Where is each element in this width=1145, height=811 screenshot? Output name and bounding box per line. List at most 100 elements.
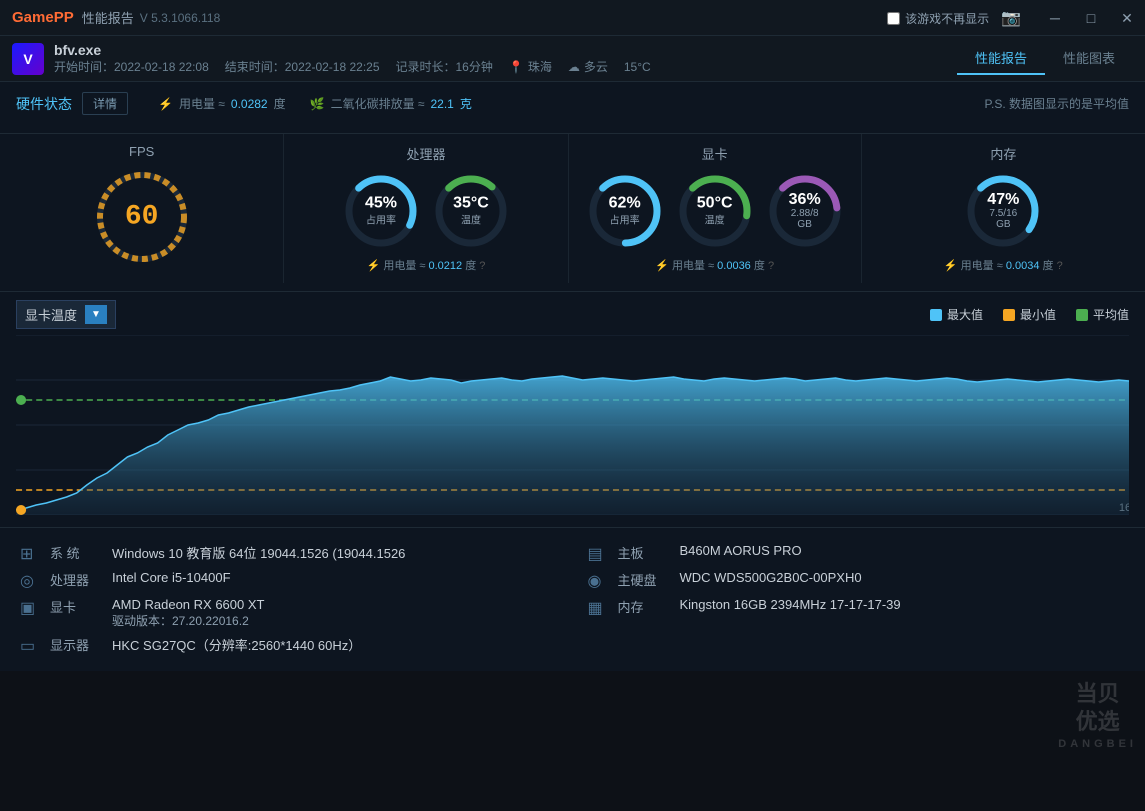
minimize-button[interactable]: ─ xyxy=(1037,0,1073,36)
no-show-label: 该游戏不再显示 xyxy=(905,10,989,27)
gpu-gauges-row: 62% 占用率 50°C 温度 xyxy=(585,171,845,251)
titlebar: GamePP 性能报告 V 5.3.1066.118 该游戏不再显示 📷 ─ □… xyxy=(0,0,1145,36)
min-dot xyxy=(16,505,26,515)
detail-button[interactable]: 详情 xyxy=(82,92,128,115)
legend-min-dot xyxy=(1003,309,1015,321)
legend-max-dot xyxy=(930,309,942,321)
end-time: 结束时间：2022-02-18 22:25 xyxy=(225,58,380,75)
no-show-checkbox[interactable] xyxy=(887,12,900,25)
mb-icon: ▤ xyxy=(588,544,608,564)
gauge-panels: FPS 60 处理器 45% 占用率 xyxy=(0,134,1145,292)
cpu-panel: 处理器 45% 占用率 35°C 温度 xyxy=(284,134,568,283)
display-value: HKC SG27QC（分辨率:2560*1440 60Hz） xyxy=(112,635,361,654)
carbon-label: 二氧化碳排放量 ≈ xyxy=(331,95,425,112)
hardware-status: 硬件状态 详情 ⚡ 用电量 ≈ 0.0282 度 🌿 二氧化碳排放量 ≈ 22.… xyxy=(0,82,1145,134)
sysinfo-row-cpu: ◎ 处理器 Intel Core i5-10400F xyxy=(20,567,558,594)
gpu-temp-label: 50°C 温度 xyxy=(697,196,733,227)
game-info-bar: V bfv.exe 开始时间：2022-02-18 22:08 结束时间：202… xyxy=(0,36,1145,82)
legend-avg-dot xyxy=(1076,309,1088,321)
weather: ☁ 多云 xyxy=(568,58,608,75)
cpu-sys-label: 处理器 xyxy=(50,570,102,589)
window-controls: 该游戏不再显示 📷 ─ □ ✕ xyxy=(887,0,1145,36)
dropdown-arrow-icon: ▼ xyxy=(85,305,107,324)
hw-header: 硬件状态 详情 ⚡ 用电量 ≈ 0.0282 度 🌿 二氧化碳排放量 ≈ 22.… xyxy=(16,92,1129,115)
report-title: 性能报告 xyxy=(82,8,134,27)
no-show-area[interactable]: 该游戏不再显示 xyxy=(887,10,989,27)
sysinfo-row-ram: ▦ 内存 Kingston 16GB 2394MHz 17-17-17-39 xyxy=(588,594,1126,621)
close-button[interactable]: ✕ xyxy=(1109,0,1145,36)
legend-max-label: 最大值 xyxy=(947,306,983,323)
power-metric: ⚡ 用电量 ≈ 0.0282 度 xyxy=(158,95,286,112)
legend-max: 最大值 xyxy=(930,306,983,323)
cpu-usage-gauge: 45% 占用率 xyxy=(341,171,421,251)
display-label: 显示器 xyxy=(50,635,102,654)
game-meta: 开始时间：2022-02-18 22:08 结束时间：2022-02-18 22… xyxy=(54,58,651,75)
os-label: 系 统 xyxy=(50,543,102,562)
legend-avg-label: 平均值 xyxy=(1093,306,1129,323)
os-value: Windows 10 教育版 64位 19044.1526 (19044.152… xyxy=(112,543,405,562)
gpu-vram-label: 36% 2.88/8 GB xyxy=(785,192,825,230)
memory-power-note: ⚡ 用电量 ≈ 0.0034 度 ? xyxy=(878,257,1129,273)
camera-icon[interactable]: 📷 xyxy=(1001,8,1021,28)
memory-usage-gauge: 47% 7.5/16 GB xyxy=(963,171,1043,251)
chart-legend: 最大值 最小值 平均值 xyxy=(930,306,1129,323)
carbon-metric: 🌿 二氧化碳排放量 ≈ 22.1 克 xyxy=(310,95,472,112)
ram-icon: ▦ xyxy=(588,598,608,618)
cpu-power-note: ⚡ 用电量 ≈ 0.0212 度 ? xyxy=(300,257,551,273)
start-time: 开始时间：2022-02-18 22:08 xyxy=(54,58,209,75)
hw-metrics: ⚡ 用电量 ≈ 0.0282 度 🌿 二氧化碳排放量 ≈ 22.1 克 xyxy=(158,95,472,112)
ps-note: P.S. 数据图显示的是平均值 xyxy=(985,95,1129,112)
sysinfo-left: ⊞ 系 统 Windows 10 教育版 64位 19044.1526 (190… xyxy=(20,540,558,659)
os-icon: ⊞ xyxy=(20,544,40,564)
legend-avg: 平均值 xyxy=(1076,306,1129,323)
time-label: 16分钟 xyxy=(1119,500,1129,514)
location: 📍 珠海 xyxy=(509,58,552,75)
game-name: bfv.exe xyxy=(54,42,651,58)
cpu-temp-label: 35°C 温度 xyxy=(453,196,489,227)
hdd-value: WDC WDS500G2B0C-00PXH0 xyxy=(680,570,862,585)
gpu-panel: 显卡 62% 占用率 50°C 温度 xyxy=(569,134,862,283)
mb-value: B460M AORUS PRO xyxy=(680,543,802,558)
gpu-title: 显卡 xyxy=(585,144,845,163)
tab-performance-chart[interactable]: 性能图表 xyxy=(1045,42,1133,75)
display-icon: ▭ xyxy=(20,636,40,656)
gpu-usage-gauge: 62% 占用率 xyxy=(585,171,665,251)
watermark: 当贝 优选 DANGBEI xyxy=(1058,680,1137,751)
fps-panel: FPS 60 xyxy=(0,134,284,283)
legend-min-label: 最小值 xyxy=(1020,306,1056,323)
chart-dropdown-label: 显卡温度 xyxy=(25,305,77,324)
cpu-usage-label: 45% 占用率 xyxy=(365,196,397,227)
power-label: 用电量 ≈ xyxy=(179,95,225,112)
ram-label: 内存 xyxy=(618,597,670,616)
memory-gauges-row: 47% 7.5/16 GB xyxy=(878,171,1129,251)
memory-usage-label: 47% 7.5/16 GB xyxy=(983,192,1023,230)
gpu-power-note: ⚡ 用电量 ≈ 0.0036 度 ? xyxy=(585,257,845,273)
carbon-icon: 🌿 xyxy=(310,97,325,111)
gpu-temp-gauge: 50°C 温度 xyxy=(675,171,755,251)
record-duration: 记录时长：16分钟 xyxy=(396,58,493,75)
chart-area: 显卡温度 ▼ 最大值 最小值 平均值 xyxy=(0,292,1145,527)
cpu-title: 处理器 xyxy=(300,144,551,163)
memory-title: 内存 xyxy=(878,144,1129,163)
hdd-icon: ◉ xyxy=(588,571,608,591)
sysinfo-row-display: ▭ 显示器 HKC SG27QC（分辨率:2560*1440 60Hz） xyxy=(20,632,558,659)
hw-title: 硬件状态 xyxy=(16,94,72,114)
gpu-vram-gauge: 36% 2.88/8 GB xyxy=(765,171,845,251)
memory-panel: 内存 47% 7.5/16 GB ⚡ 用电量 ≈ 0.0034 度 ? xyxy=(862,134,1145,283)
chart-header: 显卡温度 ▼ 最大值 最小值 平均值 xyxy=(16,300,1129,329)
sysinfo-row-os: ⊞ 系 统 Windows 10 教育版 64位 19044.1526 (190… xyxy=(20,540,558,567)
sysinfo-right: ▤ 主板 B460M AORUS PRO ◉ 主硬盘 WDC WDS500G2B… xyxy=(588,540,1126,659)
tab-performance-report[interactable]: 性能报告 xyxy=(957,42,1045,75)
tab-area: 性能报告 性能图表 xyxy=(957,42,1133,75)
legend-min: 最小值 xyxy=(1003,306,1056,323)
ram-value: Kingston 16GB 2394MHz 17-17-17-39 xyxy=(680,597,901,612)
sysinfo-row-hdd: ◉ 主硬盘 WDC WDS500G2B0C-00PXH0 xyxy=(588,567,1126,594)
cpu-gauges-row: 45% 占用率 35°C 温度 xyxy=(300,171,551,251)
chart-dropdown[interactable]: 显卡温度 ▼ xyxy=(16,300,116,329)
cpu-sys-icon: ◎ xyxy=(20,571,40,591)
carbon-value: 22.1 xyxy=(430,97,453,111)
power-icon: ⚡ xyxy=(158,97,173,111)
hdd-label: 主硬盘 xyxy=(618,570,670,589)
maximize-button[interactable]: □ xyxy=(1073,0,1109,36)
chart-svg: 54 49.66 37 16分钟 xyxy=(16,335,1129,515)
